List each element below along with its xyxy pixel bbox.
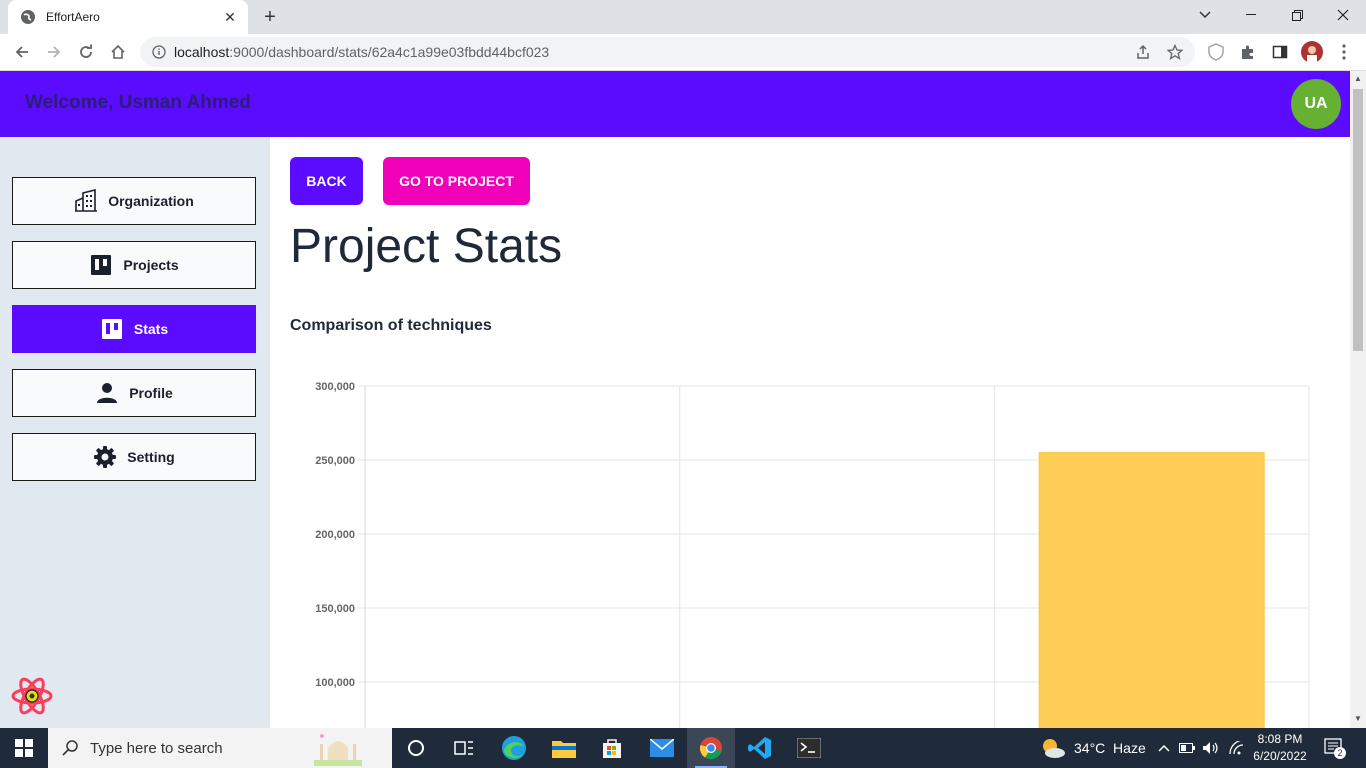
sidebar-item-stats[interactable]: Stats xyxy=(12,305,256,353)
sidebar-item-setting[interactable]: Setting xyxy=(12,433,256,481)
chrome-menu-icon[interactable] xyxy=(1332,40,1356,64)
shield-extension-icon[interactable] xyxy=(1204,40,1228,64)
browser-tab-strip: EffortAero ✕ + xyxy=(0,0,1366,34)
board-icon xyxy=(89,253,113,277)
sidebar-item-organization[interactable]: Organization xyxy=(12,177,256,225)
sidebar-item-projects[interactable]: Projects xyxy=(12,241,256,289)
building-icon xyxy=(74,189,98,213)
notification-center-icon[interactable]: 2 xyxy=(1320,728,1350,768)
scroll-down-arrow-icon[interactable]: ▼ xyxy=(1354,715,1362,723)
search-placeholder: Type here to search xyxy=(90,739,223,757)
taskbar-search-box[interactable]: Type here to search xyxy=(48,728,392,768)
home-icon[interactable] xyxy=(106,40,130,64)
task-view-icon[interactable] xyxy=(440,728,488,768)
wifi-icon[interactable] xyxy=(1226,728,1248,768)
y-tick-label: 300,000 xyxy=(315,381,355,393)
edge-browser-icon[interactable] xyxy=(490,728,538,768)
tab-title: EffortAero xyxy=(46,10,100,24)
close-tab-icon[interactable]: ✕ xyxy=(222,9,238,25)
close-window-button[interactable] xyxy=(1320,0,1366,30)
chart-bar xyxy=(1038,452,1265,728)
url-host: localhost xyxy=(174,44,230,60)
microsoft-store-icon[interactable] xyxy=(588,728,636,768)
sidebar-item-profile[interactable]: Profile xyxy=(12,369,256,417)
extensions-puzzle-icon[interactable] xyxy=(1236,40,1260,64)
sidebar-item-label: Profile xyxy=(129,385,173,401)
forward-arrow-icon[interactable] xyxy=(42,40,66,64)
chevron-up-icon[interactable] xyxy=(1154,728,1174,768)
browser-tab[interactable]: EffortAero ✕ xyxy=(8,0,248,34)
tab-search-chevron-icon[interactable] xyxy=(1182,0,1228,30)
weather-text: 34°C Haze xyxy=(1074,740,1146,756)
chart-heading: Comparison of techniques xyxy=(290,317,492,334)
search-icon xyxy=(62,740,78,756)
react-devtools-icon[interactable] xyxy=(10,676,54,716)
y-tick-label: 200,000 xyxy=(315,529,355,541)
y-tick-label: 100,000 xyxy=(315,677,355,689)
url-path: :9000/dashboard/stats/62a4c1a99e03fbdd44… xyxy=(229,44,550,60)
bookmark-star-icon[interactable] xyxy=(1167,44,1183,60)
share-icon[interactable] xyxy=(1135,44,1151,60)
profile-avatar-icon[interactable] xyxy=(1300,40,1324,64)
side-panel-icon[interactable] xyxy=(1268,40,1292,64)
person-icon xyxy=(95,381,119,405)
bar-chart: 300,000 250,000 200,000 150,000 100,000 xyxy=(315,381,1310,728)
taj-mahal-search-highlight-icon xyxy=(314,730,362,766)
file-explorer-icon[interactable] xyxy=(540,728,588,768)
app-header: Welcome, Usman Ahmed UA xyxy=(0,71,1350,137)
gear-icon xyxy=(93,445,117,469)
page-title: Project Stats xyxy=(290,220,563,273)
vscode-icon[interactable] xyxy=(736,728,784,768)
volume-icon[interactable] xyxy=(1200,728,1222,768)
restore-button[interactable] xyxy=(1274,0,1320,30)
new-tab-button[interactable]: + xyxy=(258,6,282,28)
sidebar-item-label: Projects xyxy=(123,257,179,273)
globe-icon xyxy=(20,9,36,25)
board-icon xyxy=(100,317,124,341)
cortana-icon[interactable] xyxy=(392,728,440,768)
y-tick-label: 150,000 xyxy=(315,603,355,615)
site-info-icon[interactable] xyxy=(152,45,166,59)
minimize-button[interactable] xyxy=(1228,0,1274,30)
address-bar[interactable]: localhost:9000/dashboard/stats/62a4c1a99… xyxy=(140,37,1195,67)
mail-icon[interactable] xyxy=(638,728,686,768)
battery-icon[interactable] xyxy=(1177,728,1197,768)
main-content: BACK GO TO PROJECT Project Stats Compari… xyxy=(270,137,1350,728)
sidebar-item-label: Stats xyxy=(133,321,169,337)
scrollbar-thumb[interactable] xyxy=(1353,89,1363,351)
reload-icon[interactable] xyxy=(74,40,98,64)
chrome-taskbar-icon[interactable] xyxy=(687,728,735,768)
windows-start-icon[interactable] xyxy=(0,728,48,768)
back-arrow-icon[interactable] xyxy=(10,40,34,64)
welcome-text: Welcome, Usman Ahmed xyxy=(25,92,251,113)
back-button[interactable]: BACK xyxy=(290,157,363,205)
clock-date: 6/20/2022 xyxy=(1253,749,1307,763)
taskbar-clock[interactable]: 8:08 PM 6/20/2022 xyxy=(1250,731,1310,765)
scroll-up-arrow-icon[interactable]: ▲ xyxy=(1354,75,1362,83)
sidebar: Organization Projects Stats Profile Sett… xyxy=(0,137,270,728)
clock-time: 8:08 PM xyxy=(1257,732,1303,746)
windows-taskbar: Type here to search 34°C Haze 8:08 PM 6/… xyxy=(0,728,1366,768)
weather-widget[interactable]: 34°C Haze xyxy=(1040,728,1146,768)
sidebar-item-label: Organization xyxy=(108,193,194,209)
go-to-project-button[interactable]: GO TO PROJECT xyxy=(383,157,530,205)
browser-toolbar: localhost:9000/dashboard/stats/62a4c1a99… xyxy=(0,34,1366,71)
y-tick-label: 250,000 xyxy=(315,455,355,467)
user-avatar[interactable]: UA xyxy=(1291,79,1341,129)
cloud-sun-icon xyxy=(1040,737,1066,759)
notification-count: 2 xyxy=(1337,748,1342,758)
sidebar-item-label: Setting xyxy=(127,449,175,465)
terminal-icon[interactable] xyxy=(785,728,833,768)
page-scrollbar[interactable]: ▲ ▼ xyxy=(1350,71,1366,728)
